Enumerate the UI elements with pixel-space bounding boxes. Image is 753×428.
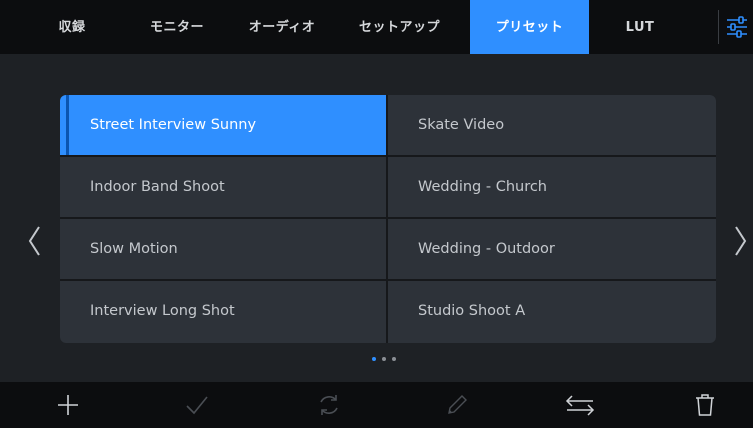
preset-item[interactable]: Wedding - Outdoor [388,219,716,279]
preset-item[interactable]: Slow Motion [60,219,386,279]
swap-icon[interactable] [552,382,602,428]
preset-grid: Street Interview Sunny Skate Video Indoo… [60,95,716,343]
tab-audio[interactable]: オーディオ [232,0,332,54]
preset-item[interactable]: Studio Shoot A [388,281,716,343]
trash-icon[interactable] [680,382,730,428]
sliders-icon[interactable] [726,14,748,40]
pagination-dots [370,357,410,367]
page-dot-active[interactable] [372,357,376,361]
plus-icon[interactable] [43,382,93,428]
page-dot[interactable] [382,357,386,361]
previous-page-arrow[interactable] [25,223,45,259]
check-icon[interactable] [172,382,222,428]
tab-bar: 収録 モニター オーディオ セットアップ プリセット LUT [0,0,753,54]
tab-monitor[interactable]: モニター [127,0,227,54]
preset-item[interactable]: Skate Video [388,95,716,155]
tab-setup[interactable]: セットアップ [342,0,457,54]
preset-item[interactable]: Street Interview Sunny [60,95,386,155]
preset-item[interactable]: Interview Long Shot [60,281,386,343]
tab-record[interactable]: 収録 [42,0,102,54]
page-dot[interactable] [392,357,396,361]
preset-item[interactable]: Wedding - Church [388,157,716,217]
bottom-toolbar [0,382,753,428]
pencil-icon[interactable] [432,382,482,428]
refresh-icon[interactable] [304,382,354,428]
next-page-arrow[interactable] [731,223,751,259]
tab-divider [718,10,719,44]
preset-item[interactable]: Indoor Band Shoot [60,157,386,217]
tab-presets[interactable]: プリセット [470,0,589,54]
tab-lut[interactable]: LUT [610,0,670,54]
